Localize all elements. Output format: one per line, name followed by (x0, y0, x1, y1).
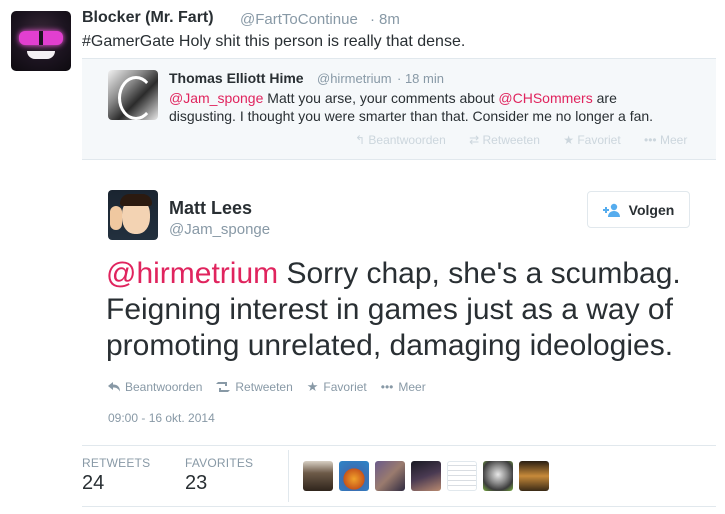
quoted-retweet-action[interactable]: ⇄ Retweeten (469, 133, 550, 147)
star-icon: ★ (306, 379, 319, 394)
favorites-count[interactable]: 23 (185, 472, 207, 495)
quoted-text-line-2: disgusting. I thought you were smarter t… (169, 108, 654, 124)
outer-timestamp[interactable]: 8m (379, 11, 400, 28)
avatar-hand-graphic (110, 206, 122, 230)
reply-action[interactable]: Beantwoorden (108, 379, 202, 395)
quoted-more-action[interactable]: ••• Meer (644, 133, 697, 147)
avatar-hair-graphic (120, 194, 152, 206)
quoted-favorite-action[interactable]: ★ Favoriet (563, 133, 630, 147)
retweet-action[interactable]: Retweeten (216, 379, 293, 395)
outer-author-handle[interactable]: @FartToContinue (240, 11, 358, 28)
avatar-mouth-graphic (27, 51, 55, 59)
divider (82, 506, 716, 507)
outer-separator-dot: · (370, 11, 375, 28)
favorite-label: Favoriet (323, 380, 367, 394)
quoted-text-line-1: @Jam_sponge Matt you arse, your comments… (169, 90, 617, 106)
favoriters-avatar-list (303, 461, 555, 491)
favoriter-avatar[interactable] (483, 461, 513, 491)
stats-separator (288, 450, 289, 502)
quoted-timestamp[interactable]: · 18 min (397, 71, 444, 86)
reply-label: Beantwoorden (368, 133, 446, 147)
mention-link[interactable]: @Jam_sponge (169, 90, 263, 106)
follow-button[interactable]: Volgen (587, 191, 690, 228)
retweet-icon (216, 382, 231, 392)
quoted-author-handle[interactable]: @hirmetrium (317, 71, 392, 86)
main-action-bar: Beantwoorden Retweeten ★ Favoriet ••• Me… (108, 379, 440, 395)
quoted-text-part: are (592, 90, 617, 106)
avatar-graphic (118, 76, 154, 120)
quoted-author-avatar[interactable] (108, 70, 158, 120)
favoriter-avatar[interactable] (375, 461, 405, 491)
favoriter-avatar[interactable] (303, 461, 333, 491)
more-icon: ••• (380, 380, 394, 394)
main-author-name[interactable]: Matt Lees (169, 198, 252, 219)
add-user-icon (602, 203, 620, 217)
quoted-action-bar: ↰ Beantwoorden ⇄ Retweeten ★ Favoriet ••… (355, 133, 707, 147)
quoted-author-name[interactable]: Thomas Elliott Hime (169, 70, 304, 86)
main-tweet-text: @hirmetrium Sorry chap, she's a scumbag.… (106, 256, 706, 364)
favorites-label[interactable]: FAVORITES (185, 456, 253, 470)
divider (82, 445, 716, 446)
retweets-label[interactable]: RETWEETS (82, 456, 150, 470)
mention-link[interactable]: @hirmetrium (106, 257, 278, 290)
follow-label: Volgen (628, 201, 675, 218)
retweet-label: Retweeten (482, 133, 540, 147)
retweets-count[interactable]: 24 (82, 472, 104, 495)
more-label: Meer (398, 380, 426, 394)
outer-author-name[interactable]: Blocker (Mr. Fart) (82, 9, 214, 27)
main-author-avatar[interactable] (108, 190, 158, 240)
favoriter-avatar[interactable] (447, 461, 477, 491)
quoted-reply-action[interactable]: ↰ Beantwoorden (355, 133, 456, 147)
mention-link[interactable]: @CHSommers (498, 90, 592, 106)
more-action[interactable]: ••• Meer (381, 379, 426, 395)
more-label: Meer (659, 133, 688, 147)
avatar-glasses-graphic (19, 31, 63, 45)
tweet-date[interactable]: 09:00 - 16 okt. 2014 (108, 411, 215, 425)
reply-label: Beantwoorden (125, 380, 203, 394)
outer-tweet-body: Holy shit this person is really that den… (174, 33, 466, 50)
quoted-text-part: Matt you arse, your comments about (263, 90, 499, 106)
favorite-label: Favoriet (577, 133, 621, 147)
favoriter-avatar[interactable] (411, 461, 441, 491)
main-author-handle[interactable]: @Jam_sponge (169, 221, 270, 238)
favoriter-avatar[interactable] (519, 461, 549, 491)
hashtag-link[interactable]: #GamerGate (82, 33, 174, 50)
outer-tweet-text: #GamerGate Holy shit this person is real… (82, 33, 465, 51)
favorite-action[interactable]: ★ Favoriet (307, 379, 367, 395)
reply-icon (108, 382, 120, 392)
favoriter-avatar[interactable] (339, 461, 369, 491)
retweet-label: Retweeten (235, 380, 293, 394)
outer-author-avatar[interactable] (11, 11, 71, 71)
